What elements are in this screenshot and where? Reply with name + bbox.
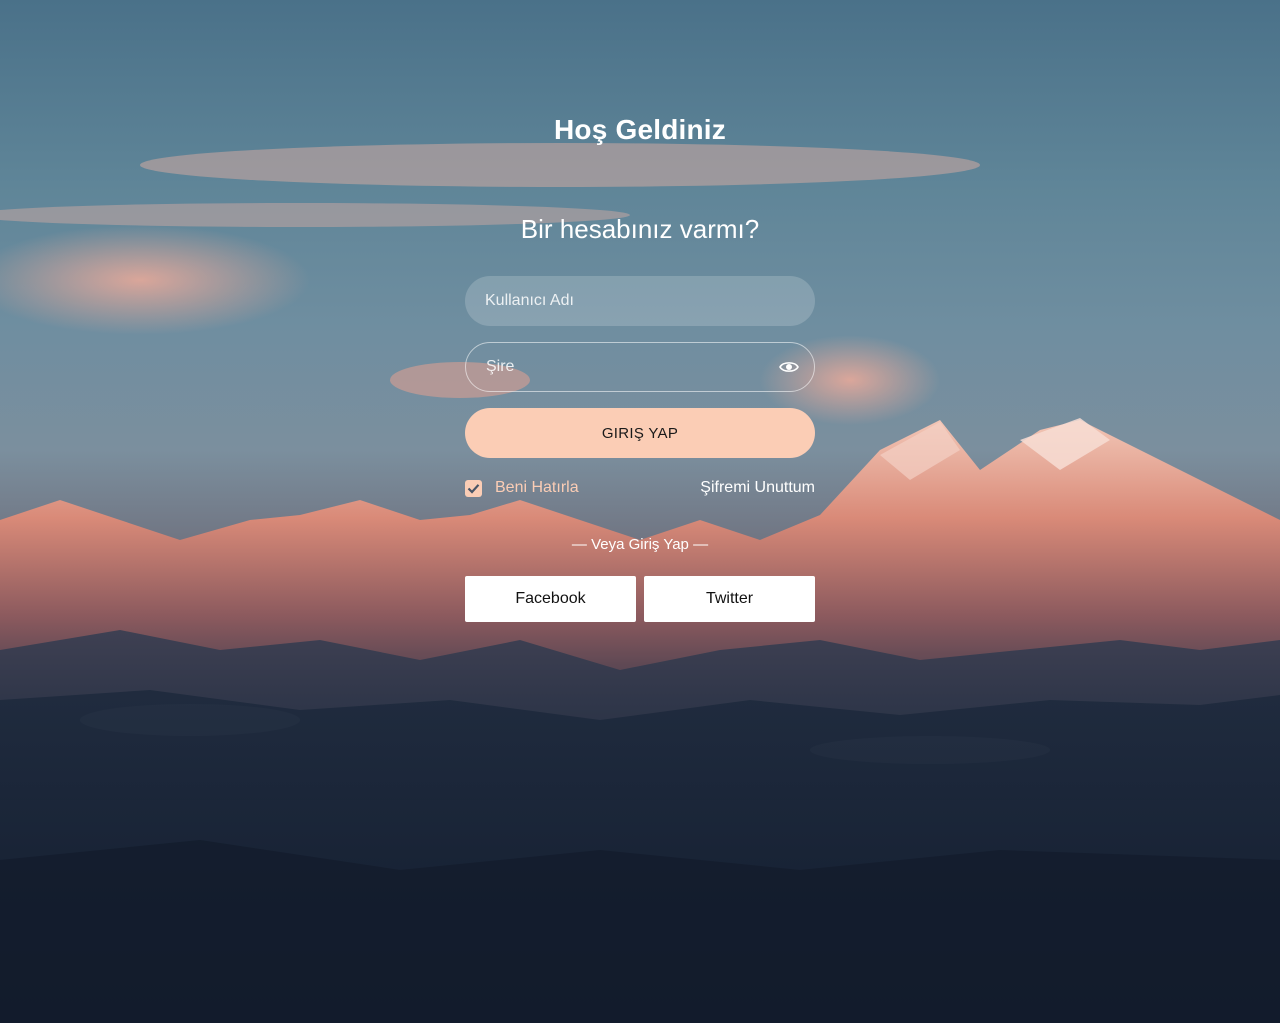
background-image: [0, 0, 1280, 1023]
remember-label: Beni Hatırla: [495, 479, 579, 496]
eye-icon[interactable]: [779, 358, 799, 376]
check-icon: [467, 483, 480, 494]
username-input[interactable]: [465, 276, 815, 326]
page-title: Hoş Geldiniz: [554, 114, 726, 145]
twitter-button[interactable]: Twitter: [644, 576, 815, 622]
password-input[interactable]: [465, 342, 815, 392]
remember-checkbox[interactable]: [465, 479, 482, 497]
remember-me[interactable]: Beni Hatırla: [465, 478, 579, 498]
login-button[interactable]: GIRIŞ YAP: [465, 408, 815, 458]
forgot-password-link[interactable]: Şifremi Unuttum: [700, 479, 815, 497]
mountain-landscape: [0, 143, 1280, 1023]
facebook-button[interactable]: Facebook: [465, 576, 636, 622]
subtitle: Bir hesabınız varmı?: [520, 214, 760, 244]
or-divider: — Veya Giriş Yap —: [571, 536, 709, 553]
